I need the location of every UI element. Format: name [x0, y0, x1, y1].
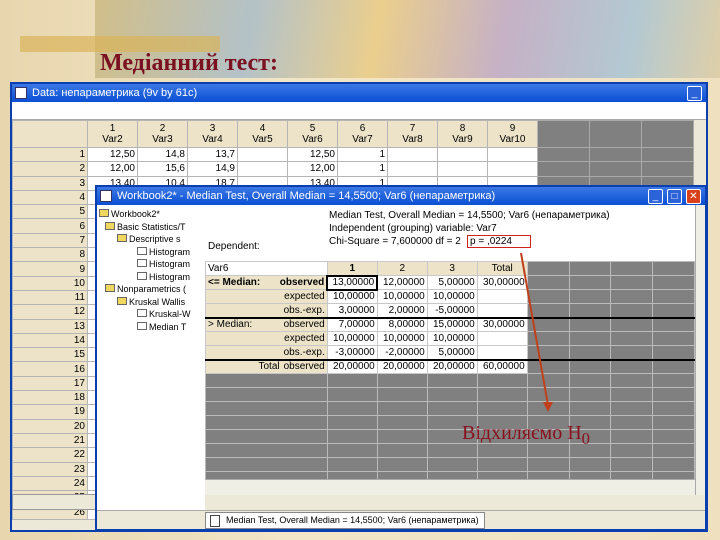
annotation-main: Відхиляємо H: [462, 422, 582, 444]
annotation-subscript: 0: [581, 429, 590, 448]
annotation-arrow: [520, 252, 553, 412]
annotation-text: Відхиляємо H0: [462, 422, 590, 449]
